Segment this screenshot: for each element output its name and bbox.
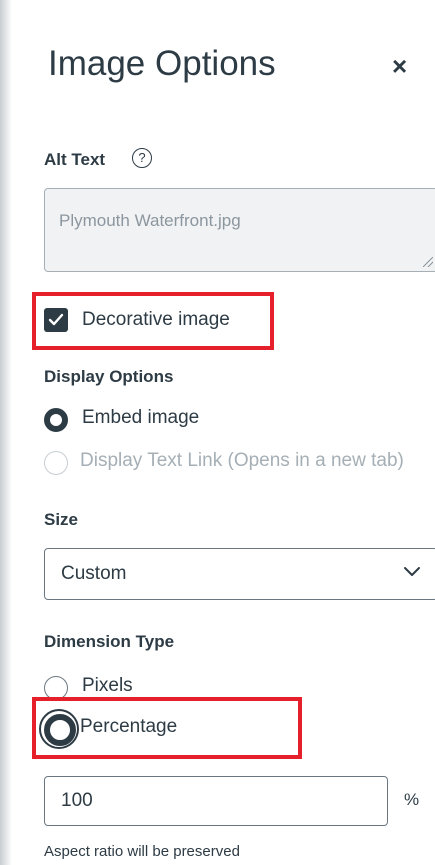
panel-title: Image Options	[48, 44, 276, 83]
size-select-value: Custom	[61, 563, 127, 584]
dimension-type-label: Dimension Type	[44, 632, 175, 651]
close-icon[interactable]: ×	[392, 53, 407, 79]
percentage-input[interactable]: 100	[44, 776, 388, 826]
help-icon[interactable]: ?	[132, 148, 152, 168]
decorative-image-label[interactable]: Decorative image	[82, 309, 230, 331]
alt-text-label: Alt Text	[44, 150, 106, 169]
percent-unit-label: %	[404, 790, 420, 809]
image-options-panel: Image Options × Alt Text ? Plymouth Wate…	[12, 0, 435, 865]
size-label: Size	[44, 510, 79, 529]
display-text-link-label: Display Text Link (Opens in a new tab)	[80, 450, 404, 471]
display-text-link-radio	[44, 451, 68, 475]
embed-image-radio[interactable]	[44, 408, 68, 432]
percentage-radio[interactable]	[39, 709, 79, 749]
chevron-down-icon	[404, 567, 420, 576]
display-options-label: Display Options	[44, 367, 174, 386]
resize-grip-icon	[423, 257, 433, 267]
alt-text-placeholder: Plymouth Waterfront.jpg	[59, 211, 241, 230]
checkmark-icon	[48, 313, 64, 326]
size-select[interactable]: Custom	[44, 548, 435, 600]
embed-image-label[interactable]: Embed image	[82, 407, 199, 429]
panel-shadow	[0, 0, 12, 865]
percentage-label[interactable]: Percentage	[80, 716, 177, 738]
pixels-label[interactable]: Pixels	[82, 675, 133, 697]
aspect-ratio-hint: Aspect ratio will be preserved	[44, 843, 240, 860]
alt-text-field: Plymouth Waterfront.jpg	[44, 188, 435, 272]
decorative-image-checkbox[interactable]	[44, 308, 68, 332]
